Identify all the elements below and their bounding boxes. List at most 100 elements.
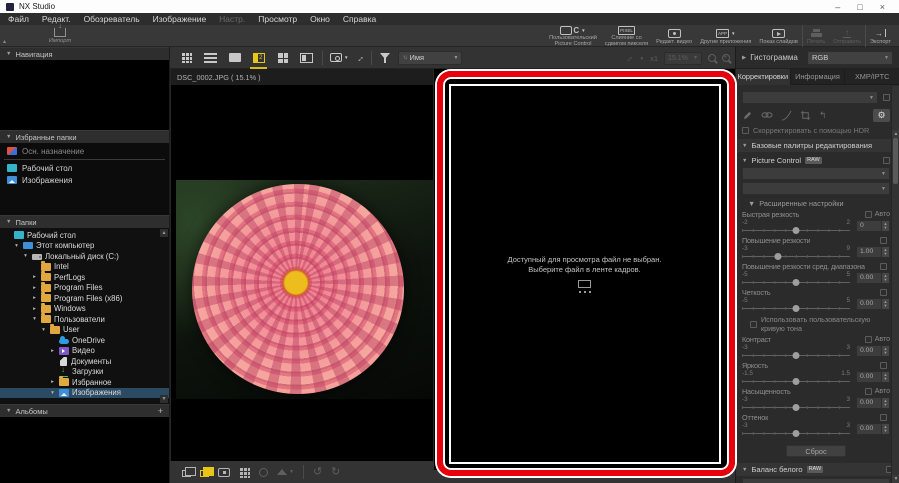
expander-icon[interactable]: ▾ (31, 316, 38, 322)
picture-control-header[interactable]: ▼ Picture Control RAW (742, 156, 890, 165)
slider-track[interactable] (742, 352, 850, 359)
spinner-icon[interactable]: ▲▼ (882, 423, 890, 435)
expander-icon[interactable]: ▸ (49, 348, 56, 354)
expander-icon[interactable]: ▾ (13, 243, 20, 249)
toolbar-button-slideshow[interactable]: Показ слайдов (755, 25, 802, 47)
slider-thumb[interactable] (793, 430, 800, 437)
folder-tree-item[interactable]: ▾ Локальный диск (C:) (0, 251, 169, 262)
spinner-icon[interactable]: ▲▼ (882, 345, 890, 357)
list-view-button[interactable] (202, 47, 219, 69)
toolbar-button-other-apps[interactable]: APP▼ Другие приложения (696, 25, 755, 47)
auto-checkbox[interactable] (880, 237, 890, 244)
slider-track[interactable] (742, 227, 850, 234)
spinner-icon[interactable]: ▲▼ (882, 397, 890, 409)
checkbox-icon[interactable] (880, 263, 887, 270)
slider-thumb[interactable] (793, 227, 800, 234)
add-album-button[interactable]: + (158, 407, 163, 416)
slider-value-input[interactable]: 0.00 (856, 371, 882, 383)
favorite-folder-item[interactable]: Рабочий стол (0, 162, 169, 174)
folder-tree-item[interactable]: ▾ Этот компьютер (0, 241, 169, 252)
navigation-section-header[interactable]: ▼ Навигация (0, 47, 169, 60)
hdr-checkbox[interactable] (742, 127, 749, 134)
auto-checkbox[interactable]: Авто (865, 336, 890, 343)
folder-tree-item[interactable]: Рабочий стол (0, 230, 169, 241)
slider-value-input[interactable]: 0.00 (856, 298, 882, 310)
maximize-button[interactable]: □ (857, 2, 862, 12)
custom-curve-checkbox[interactable] (750, 321, 757, 328)
auto-checkbox[interactable] (880, 362, 890, 369)
auto-checkbox[interactable]: Авто (865, 211, 890, 218)
checkbox-icon[interactable] (880, 237, 887, 244)
scroll-up-icon[interactable]: ▲ (160, 229, 168, 237)
toolbar-button-export[interactable]: → Экспорт (865, 25, 895, 47)
gear-icon[interactable]: ⚙ (873, 109, 890, 122)
rotate-right-icon[interactable]: ↻ (331, 466, 340, 478)
expander-icon[interactable]: ▸ (31, 306, 38, 312)
scroll-up-icon[interactable]: ▲ (892, 130, 899, 138)
highlight-warning-icon[interactable] (259, 468, 268, 477)
link-icon[interactable] (761, 110, 773, 120)
menu-item[interactable]: Редакт. (42, 14, 71, 24)
menu-item[interactable]: Обозреватель (84, 14, 140, 24)
slider-track[interactable] (742, 378, 850, 385)
focus-point-icon[interactable] (218, 468, 230, 477)
albums-section-header[interactable]: ▼ Альбомы + (0, 404, 169, 417)
auto-checkbox[interactable] (880, 414, 890, 421)
checkbox-icon[interactable] (865, 388, 872, 395)
tab-корректировки[interactable]: Корректировки (736, 69, 791, 85)
menu-item[interactable]: Просмотр (258, 14, 297, 24)
folder-tree-item[interactable]: ▾ Изображения (0, 388, 169, 399)
slider-value-input[interactable]: 1.00 (856, 246, 882, 258)
checkbox-icon[interactable] (865, 336, 872, 343)
histogram-overlay-button[interactable]: ▼ (277, 469, 294, 475)
menu-item[interactable]: Файл (8, 14, 29, 24)
preset-checkbox[interactable] (883, 94, 890, 101)
menu-item[interactable]: Изображение (153, 14, 207, 24)
spinner-icon[interactable]: ▲▼ (882, 298, 890, 310)
expander-icon[interactable]: ▾ (40, 327, 47, 333)
folder-tree-item[interactable]: ▸ Видео (0, 346, 169, 357)
favorites-section-header[interactable]: ▼ Избранные папки (0, 130, 169, 143)
scroll-down-icon[interactable]: ▼ (892, 475, 899, 483)
image-filmstrip-view-button[interactable] (250, 47, 267, 69)
menu-item[interactable]: Справка (343, 14, 376, 24)
slider-track[interactable] (742, 253, 850, 260)
slider-value-input[interactable]: 0.00 (856, 272, 882, 284)
fit-zoom-button[interactable]: ↔ (621, 51, 634, 64)
expander-icon[interactable]: ▸ (31, 295, 38, 301)
folder-tree-item[interactable]: ▸ Избранное (0, 377, 169, 388)
toolbar-collapse-button[interactable]: ▴ (3, 38, 6, 45)
zoom-out-icon[interactable]: - (708, 54, 716, 62)
checkbox-icon[interactable] (880, 362, 887, 369)
zoom-in-icon[interactable]: + (722, 54, 730, 62)
checkbox-icon[interactable] (880, 289, 887, 296)
folder-tree-item[interactable]: OneDrive (0, 335, 169, 346)
slider-thumb[interactable] (793, 404, 800, 411)
toolbar-button-print[interactable]: Печать (802, 25, 829, 47)
folders-section-header[interactable]: ▼ Папки (0, 215, 169, 228)
slider-value-input[interactable]: 0.00 (856, 397, 882, 409)
slider-value-input[interactable]: 0 (856, 220, 882, 232)
favorite-folder-item[interactable]: Осн. назначение (0, 145, 169, 157)
histogram-channel-dropdown[interactable]: RGB ▼ (807, 51, 893, 65)
compare-view-icon[interactable] (182, 470, 191, 477)
slider-thumb[interactable] (793, 378, 800, 385)
spinner-icon[interactable]: ▲▼ (882, 371, 890, 383)
white-balance-section-header[interactable]: ▼ Баланс белого RAW (736, 463, 899, 476)
import-button[interactable]: Импорт (38, 26, 82, 46)
split-view-button[interactable] (298, 47, 315, 69)
scroll-down-icon[interactable]: ▼ (160, 395, 168, 403)
spinner-icon[interactable]: ▲▼ (882, 246, 890, 258)
toolbar-button-pixel-merge[interactable]: PIXEL Слияние со сдвигом пикселя (601, 25, 652, 47)
tab-xmp/iptc[interactable]: XMP/IPTC (845, 69, 899, 85)
zoom-percent-dropdown[interactable]: 15.1% ▼ (664, 52, 702, 65)
photo-thumbnail[interactable] (176, 180, 433, 399)
slider-track[interactable] (742, 430, 850, 437)
retouch-brush-icon[interactable] (742, 110, 753, 121)
slider-thumb[interactable] (774, 253, 781, 260)
scrollbar-thumb[interactable] (893, 138, 898, 184)
crop-icon[interactable] (800, 110, 811, 121)
picture-control-checkbox[interactable] (883, 157, 890, 164)
tone-curve-icon[interactable] (781, 110, 792, 121)
sync-view-icon[interactable] (200, 470, 209, 477)
